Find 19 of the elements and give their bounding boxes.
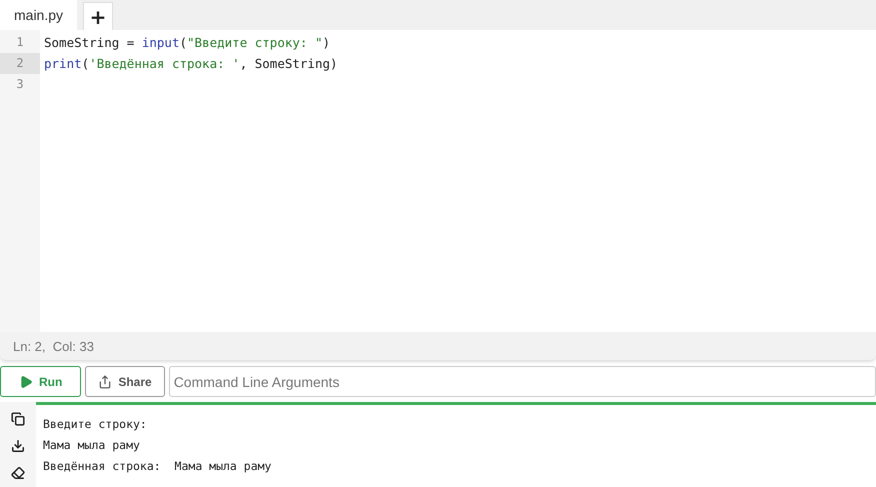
line-number: 3 [15, 76, 25, 93]
file-tab[interactable]: main.py [0, 0, 78, 30]
run-button[interactable]: Run [0, 366, 82, 397]
add-tab-button[interactable]: + [83, 2, 114, 30]
code-line: SomeString = input("Введите строку: ") [44, 34, 332, 52]
output-line: Введённая строка: Мама мыла раму [43, 458, 272, 475]
share-icon [98, 374, 112, 388]
output-line: Введите строку: [43, 416, 148, 433]
copy-icon[interactable] [11, 412, 25, 426]
output-line: Мама мыла раму [43, 437, 141, 454]
play-icon [19, 374, 33, 388]
line-number: 2 [0, 53, 40, 74]
cursor-position: Ln: 2, Col: 33 [0, 332, 876, 360]
line-number: 1 [15, 34, 25, 51]
eraser-icon[interactable] [11, 466, 25, 480]
code-line: print('Введённая строка: ', SomeString) [44, 55, 339, 73]
download-icon[interactable] [11, 439, 25, 453]
arguments-field[interactable]: Command Line Arguments [168, 366, 876, 397]
share-button[interactable]: Share [85, 366, 165, 397]
